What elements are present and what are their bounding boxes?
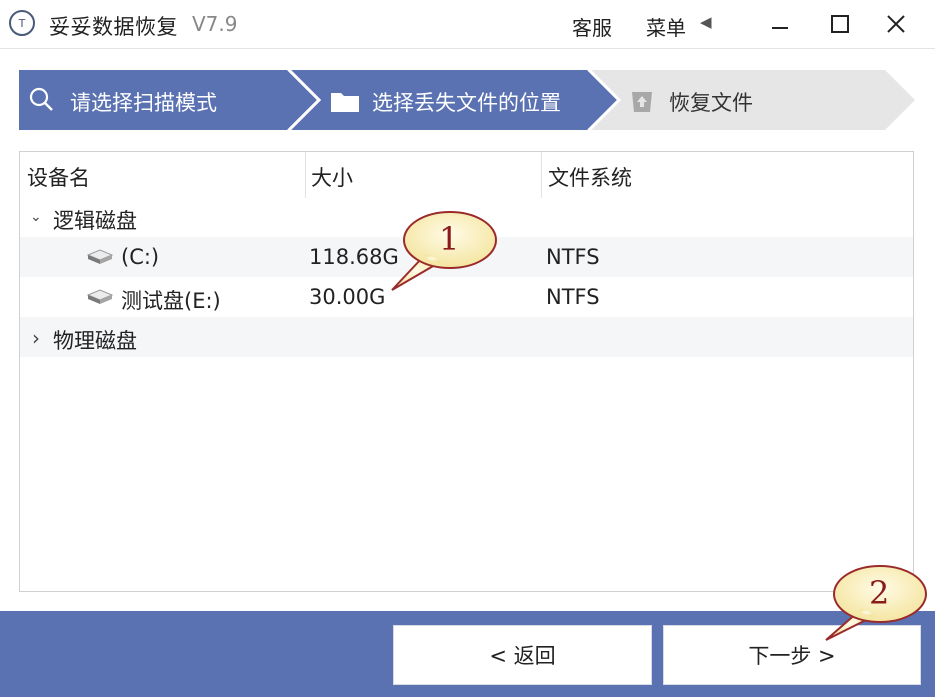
tree-group-logical-disks[interactable]: ⌄ 逻辑磁盘	[20, 197, 913, 237]
bottom-action-bar: < 返回 下一步 >	[0, 611, 935, 697]
step-2-label: 选择丢失文件的位置	[372, 91, 561, 115]
column-header-name[interactable]: 设备名	[27, 152, 90, 198]
column-separator	[305, 152, 306, 198]
group-label: 逻辑磁盘	[53, 209, 137, 233]
folder-icon	[331, 93, 359, 112]
minimize-button[interactable]	[760, 6, 800, 42]
chevron-down-icon[interactable]: ⌄	[30, 209, 42, 225]
app-logo-icon: T	[9, 10, 35, 36]
table-row-drive-e[interactable]: 测试盘(E:) 30.00G NTFS	[20, 277, 913, 317]
search-icon	[29, 87, 53, 111]
callout-2-number: 2	[869, 574, 890, 612]
drive-icon	[86, 249, 114, 264]
column-header-size[interactable]: 大小	[311, 152, 353, 198]
maximize-button[interactable]	[820, 6, 860, 42]
title-divider	[0, 48, 935, 49]
drive-name: (C:)	[121, 245, 160, 269]
minimize-icon	[772, 27, 788, 29]
drive-size: 30.00G	[309, 285, 386, 309]
next-step-button[interactable]: 下一步 >	[663, 625, 921, 685]
title-bar: T 妥妥数据恢复 V7.9 客服 菜单 ◀	[0, 0, 935, 50]
column-header-filesystem[interactable]: 文件系统	[548, 152, 632, 198]
drive-size: 118.68G	[309, 245, 399, 269]
step-1-label: 请选择扫描模式	[70, 91, 217, 115]
tree-group-physical-disks[interactable]: › 物理磁盘	[20, 317, 913, 357]
menu-link[interactable]: 菜单	[646, 12, 686, 41]
close-button[interactable]	[876, 6, 916, 42]
close-icon	[887, 15, 905, 33]
step-progress-bar: 请选择扫描模式 选择丢失文件的位置 恢复文件	[19, 70, 919, 130]
app-title: 妥妥数据恢复	[49, 15, 178, 39]
table-row-drive-c[interactable]: (C:) 118.68G NTFS	[20, 237, 913, 277]
drive-filesystem: NTFS	[546, 245, 600, 269]
upload-icon	[632, 92, 652, 112]
service-link[interactable]: 客服	[572, 12, 612, 41]
column-separator	[541, 152, 542, 198]
app-window: T 妥妥数据恢复 V7.9 客服 菜单 ◀ 请选择扫描模式 选择丢失文件的位置 …	[0, 0, 935, 697]
drive-filesystem: NTFS	[546, 285, 600, 309]
step-3-label: 恢复文件	[669, 91, 753, 115]
menu-caret-icon[interactable]: ◀	[700, 13, 712, 31]
callout-1-number: 1	[439, 220, 460, 258]
drive-icon	[86, 289, 114, 304]
app-version: V7.9	[192, 12, 238, 36]
back-button[interactable]: < 返回	[393, 625, 652, 685]
device-tree-table[interactable]: 设备名 大小 文件系统 ⌄ 逻辑磁盘 (C:) 118.68G NTFS 测试盘…	[19, 151, 914, 592]
maximize-icon	[831, 15, 849, 33]
chevron-right-icon[interactable]: ›	[32, 326, 40, 350]
drive-name: 测试盘(E:)	[121, 289, 221, 313]
group-label: 物理磁盘	[53, 329, 137, 353]
